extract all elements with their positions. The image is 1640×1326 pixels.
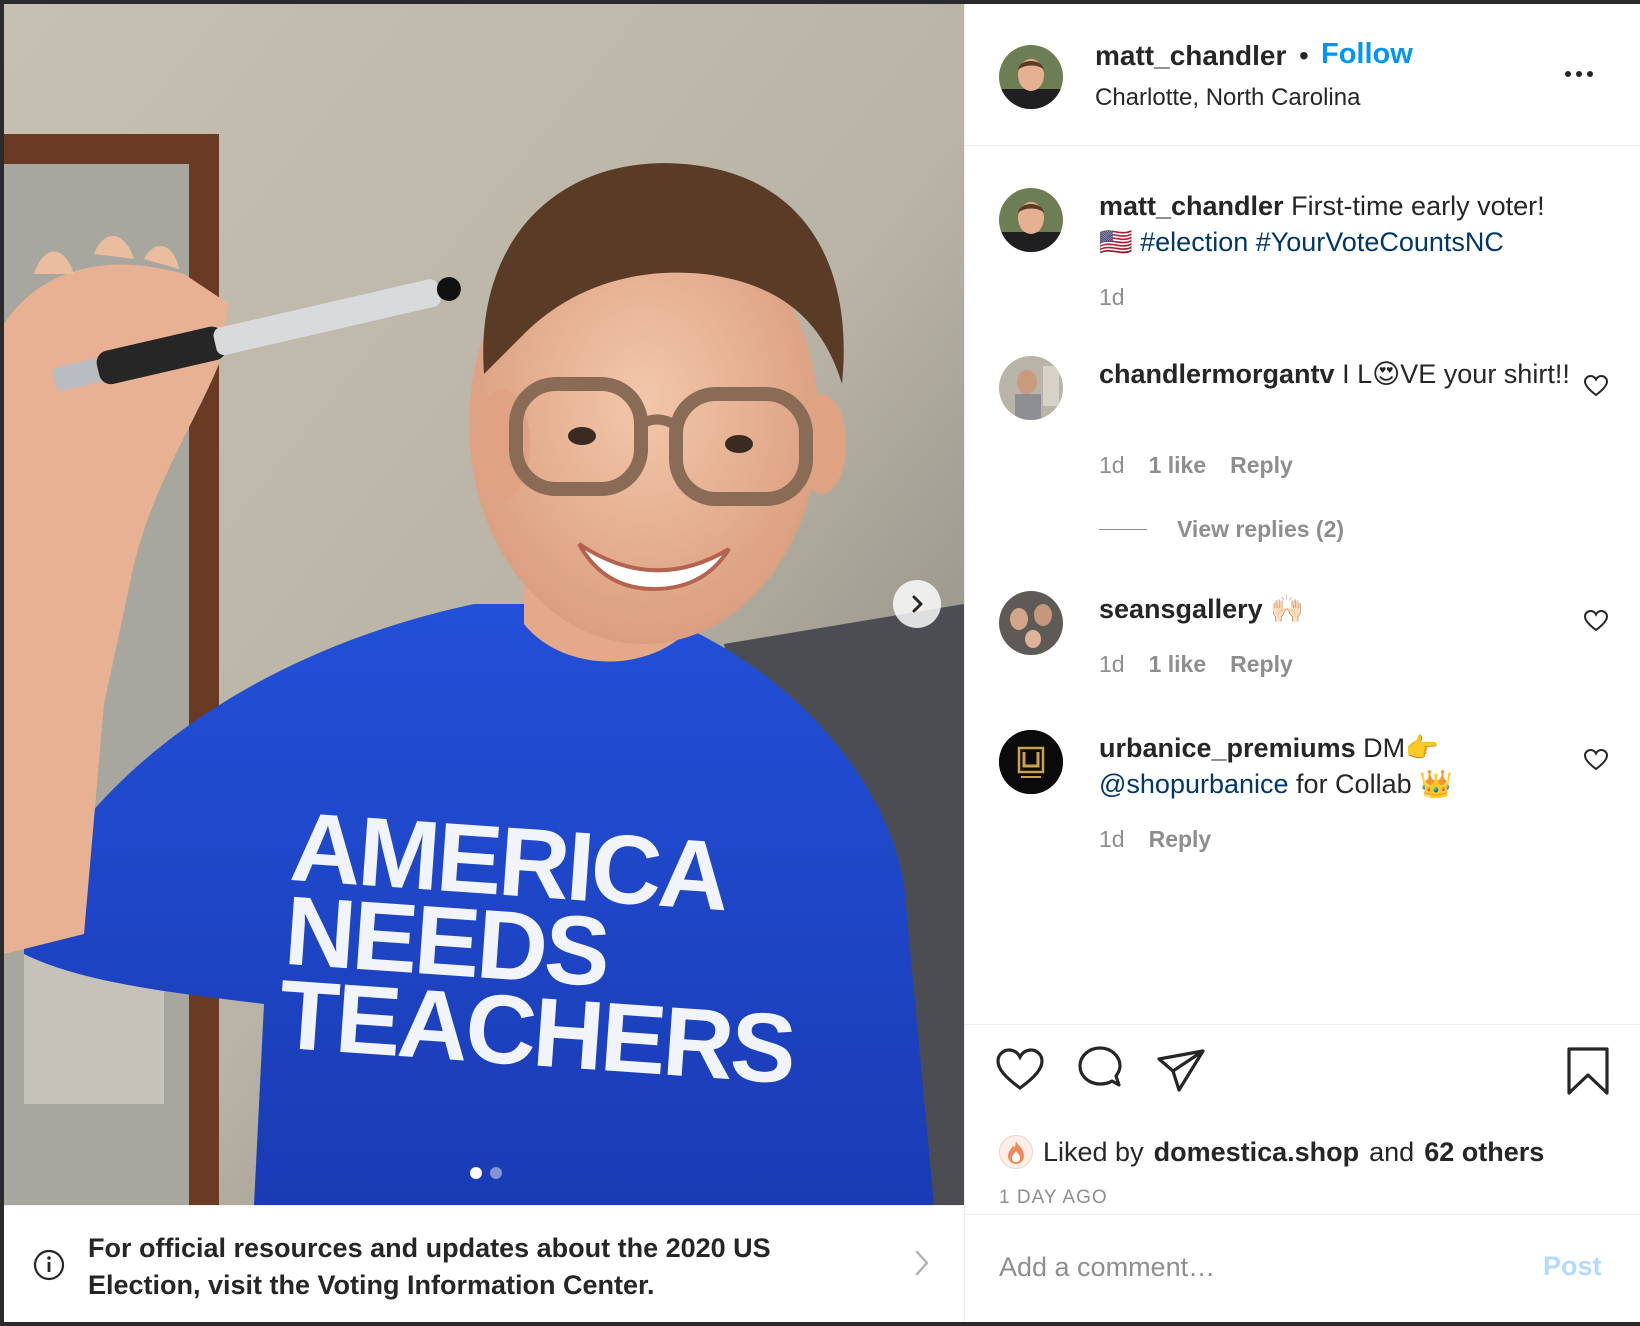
likes-others[interactable]: 62 others: [1424, 1137, 1544, 1168]
heart-icon[interactable]: [1583, 374, 1609, 398]
view-replies-button[interactable]: View replies (2): [1099, 516, 1344, 543]
comment-body-part: for Collab: [1296, 769, 1412, 799]
comment-username[interactable]: urbanice_premiums: [1099, 733, 1356, 763]
header-separator: •: [1299, 40, 1309, 71]
comment-input[interactable]: [999, 1245, 1519, 1289]
caption-hashtags[interactable]: #election #YourVoteCountsNC: [1140, 227, 1504, 257]
post-actions: Liked by domestica.shop and 62 others 1 …: [965, 1024, 1640, 1214]
caption-avatar[interactable]: [999, 188, 1063, 252]
chevron-right-icon: [915, 1250, 929, 1276]
commenter-avatar[interactable]: [999, 591, 1063, 655]
comment-likes[interactable]: 1 like: [1149, 452, 1207, 479]
chevron-right-icon: [912, 595, 923, 613]
shirt-text: AMERICA NEEDS TEACHERS: [275, 791, 797, 1105]
author-avatar[interactable]: [999, 45, 1063, 109]
info-icon: [33, 1249, 65, 1281]
commenter-avatar[interactable]: [999, 730, 1063, 794]
pointing-emoji: 👉: [1405, 733, 1439, 763]
reply-button[interactable]: Reply: [1149, 826, 1212, 853]
heart-eyes-emoji: 😍: [1372, 359, 1401, 389]
liker-avatar[interactable]: [999, 1135, 1033, 1169]
mention-link[interactable]: @shopurbanice: [1099, 769, 1289, 799]
post-timestamp[interactable]: 1 DAY AGO: [999, 1187, 1108, 1209]
carousel-dot-1: [470, 1167, 482, 1179]
liked-prefix: Liked by: [1043, 1136, 1144, 1167]
comment-body-part: DM: [1363, 733, 1406, 763]
comment-body-part: I L: [1342, 359, 1373, 389]
follow-button[interactable]: Follow: [1321, 38, 1413, 71]
comment-meta: 1d 1 like Reply: [1099, 651, 1293, 678]
comment-text: urbanice_premiums DM👉 @shopurbanice for …: [1099, 730, 1579, 802]
shirt-line-3: TEACHERS: [275, 958, 797, 1105]
raised-hands-emoji: 🙌🏻: [1270, 594, 1304, 624]
crown-emoji: 👑: [1419, 769, 1453, 799]
caption-body: First-time early voter!: [1291, 191, 1545, 221]
comment-meta: 1d 1 like Reply: [1099, 452, 1293, 479]
comment-meta: 1d Reply: [1099, 826, 1211, 853]
caption-meta: 1d: [1099, 284, 1125, 311]
carousel-dot-2: [490, 1167, 502, 1179]
liker-username[interactable]: domestica.shop: [1154, 1137, 1360, 1168]
flame-icon: [1008, 1141, 1024, 1164]
comment-time[interactable]: 1d: [1099, 452, 1125, 479]
comment-icon[interactable]: [1075, 1045, 1125, 1095]
heart-icon[interactable]: [1583, 609, 1609, 633]
replies-divider: [1099, 529, 1147, 530]
heart-icon[interactable]: [1583, 748, 1609, 772]
comments-list: matt_chandler First-time early voter! 🇺🇸…: [965, 146, 1640, 1026]
comment-username[interactable]: seansgallery: [1099, 594, 1263, 624]
heart-icon[interactable]: [995, 1047, 1045, 1093]
comment-text: chandlermorgantv I L😍VE your shirt!!: [1099, 356, 1579, 392]
comment-body-part: VE your shirt!!: [1400, 359, 1570, 389]
comment-username[interactable]: chandlermorgantv: [1099, 359, 1335, 389]
reply-button[interactable]: Reply: [1230, 452, 1293, 479]
post-header: matt_chandler • Follow Charlotte, North …: [965, 4, 1640, 146]
author-username[interactable]: matt_chandler: [1095, 40, 1286, 72]
carousel-dots: [470, 1167, 502, 1179]
likes-summary: Liked by domestica.shop and 62 others: [999, 1135, 1544, 1169]
flag-emoji: 🇺🇸: [1099, 227, 1133, 257]
carousel-next-button[interactable]: [893, 580, 941, 628]
post-sidebar: matt_chandler • Follow Charlotte, North …: [964, 4, 1640, 1322]
voting-info-text: For official resources and updates about…: [88, 1233, 771, 1300]
voting-info-banner[interactable]: For official resources and updates about…: [4, 1205, 964, 1322]
reply-button[interactable]: Reply: [1230, 651, 1293, 678]
commenter-avatar[interactable]: [999, 356, 1063, 420]
caption-text: matt_chandler First-time early voter! 🇺🇸…: [1099, 188, 1579, 260]
post-photo[interactable]: AMERICA NEEDS TEACHERS: [4, 4, 964, 1205]
view-replies-label: View replies (2): [1177, 516, 1345, 542]
comment-likes[interactable]: 1 like: [1149, 651, 1207, 678]
post-comment-button[interactable]: Post: [1543, 1251, 1602, 1282]
comment-text: seansgallery 🙌🏻: [1099, 591, 1579, 627]
comment-time[interactable]: 1d: [1099, 651, 1125, 678]
comment-time[interactable]: 1d: [1099, 826, 1125, 853]
liked-middle: and: [1369, 1136, 1415, 1167]
caption-time[interactable]: 1d: [1099, 284, 1125, 311]
share-icon[interactable]: [1155, 1047, 1207, 1095]
comment-composer: Post: [965, 1214, 1640, 1322]
caption-username[interactable]: matt_chandler: [1099, 191, 1284, 221]
post-location[interactable]: Charlotte, North Carolina: [1095, 84, 1360, 112]
more-options-icon[interactable]: [1565, 64, 1599, 84]
bookmark-icon[interactable]: [1565, 1045, 1611, 1097]
